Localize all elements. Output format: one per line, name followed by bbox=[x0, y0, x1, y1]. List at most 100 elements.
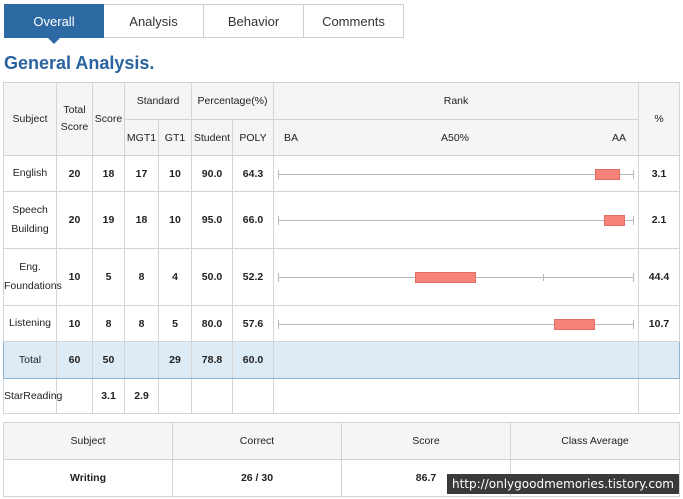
row-poly: 66.0 bbox=[231, 191, 275, 249]
total-gt1: 29 bbox=[158, 341, 192, 379]
header-total-score: Total Score bbox=[56, 82, 93, 156]
row-rank bbox=[273, 155, 640, 192]
row-mgt1: 17 bbox=[124, 155, 159, 192]
rank-label-a50: A50% bbox=[441, 131, 470, 144]
row-poly: 57.6 bbox=[231, 305, 275, 342]
star-mgt1: 2.9 bbox=[124, 378, 159, 414]
rank-cap-end bbox=[633, 319, 635, 329]
row-score: 8 bbox=[92, 305, 125, 342]
total-poly: 60.0 bbox=[231, 341, 275, 379]
rank-cap-end bbox=[633, 216, 635, 225]
row-gt1: 10 bbox=[158, 191, 192, 249]
star-gt1 bbox=[158, 378, 192, 414]
rank-cap-end bbox=[633, 273, 635, 282]
rank-bar bbox=[415, 272, 476, 283]
rank-bar bbox=[594, 168, 620, 180]
star-rank bbox=[273, 378, 640, 414]
table-row: English 20 18 17 10 90.0 64.3 3.1 bbox=[3, 155, 681, 192]
row-subject: English bbox=[3, 155, 57, 192]
writing-correct: 26 / 30 bbox=[172, 459, 342, 497]
analysis-table: Subject Total Score Score Standard Perce… bbox=[3, 82, 681, 414]
row-score: 18 bbox=[92, 155, 125, 192]
rank-a50-tick bbox=[543, 274, 545, 281]
header-gt1: GT1 bbox=[158, 119, 192, 156]
row-gt1: 4 bbox=[158, 248, 192, 306]
rank-track bbox=[278, 314, 635, 334]
header-rank: Rank bbox=[273, 82, 640, 120]
row-score: 5 bbox=[92, 248, 125, 306]
star-student bbox=[191, 378, 233, 414]
star-reading-row: StarReading 3.1 2.9 bbox=[3, 378, 681, 414]
header-score: Score bbox=[92, 82, 125, 156]
tab-bar: Overall Analysis Behavior Comments bbox=[4, 4, 404, 44]
total-total: 60 bbox=[56, 341, 93, 379]
total-pct bbox=[638, 341, 681, 379]
rank-cap-start bbox=[278, 216, 280, 225]
total-subject: Total bbox=[3, 341, 57, 379]
row-student: 90.0 bbox=[191, 155, 233, 192]
row-total: 20 bbox=[56, 155, 93, 192]
writing-header-class-average: Class Average bbox=[510, 422, 680, 460]
rank-track bbox=[278, 210, 635, 230]
rank-label-aa: AA bbox=[612, 131, 627, 144]
row-subject: Eng. Foundations bbox=[3, 248, 62, 306]
rank-cap-start bbox=[278, 169, 280, 179]
star-pct bbox=[638, 378, 681, 414]
header-percentage: Percentage(%) bbox=[190, 82, 275, 120]
header-subject: Subject bbox=[3, 82, 57, 156]
rank-line bbox=[278, 173, 635, 175]
rank-track bbox=[278, 164, 635, 184]
row-rank bbox=[273, 191, 640, 249]
row-total: 10 bbox=[56, 248, 93, 306]
row-gt1: 5 bbox=[158, 305, 192, 342]
table-row: Eng. Foundations 10 5 8 4 50.0 52.2 44.4 bbox=[3, 248, 681, 306]
star-poly bbox=[231, 378, 275, 414]
row-subject: Listening bbox=[3, 305, 57, 342]
row-total: 10 bbox=[56, 305, 93, 342]
tab-analysis[interactable]: Analysis bbox=[104, 4, 204, 38]
total-row: Total 60 50 29 78.8 60.0 bbox=[3, 341, 681, 379]
rank-label-ba: BA bbox=[284, 131, 299, 144]
row-pct: 2.1 bbox=[638, 191, 681, 249]
header-student: Student bbox=[191, 119, 233, 156]
row-pct: 44.4 bbox=[638, 248, 681, 306]
row-subject: Speech Building bbox=[3, 191, 57, 249]
header-poly: POLY bbox=[231, 119, 275, 156]
writing-header-score: Score bbox=[341, 422, 511, 460]
rank-bar bbox=[553, 318, 595, 330]
total-rank bbox=[273, 341, 640, 379]
rank-cap-start bbox=[278, 319, 280, 329]
tab-behavior[interactable]: Behavior bbox=[204, 4, 304, 38]
section-title: General Analysis. bbox=[4, 53, 155, 73]
row-mgt1: 8 bbox=[124, 248, 159, 306]
table-row: Speech Building 20 19 18 10 95.0 66.0 2.… bbox=[3, 191, 681, 249]
total-student: 78.8 bbox=[191, 341, 233, 379]
star-score: 3.1 bbox=[92, 378, 125, 414]
row-rank bbox=[273, 248, 640, 306]
row-pct: 3.1 bbox=[638, 155, 681, 192]
row-student: 95.0 bbox=[191, 191, 233, 249]
header-standard: Standard bbox=[124, 82, 192, 120]
total-mgt1 bbox=[124, 341, 159, 379]
rank-bar bbox=[603, 215, 626, 226]
writing-subject: Writing bbox=[3, 459, 173, 497]
row-student: 50.0 bbox=[191, 248, 233, 306]
row-mgt1: 18 bbox=[124, 191, 159, 249]
header-rank-scale: BA A50% AA bbox=[273, 119, 640, 156]
total-score: 50 bbox=[92, 341, 125, 379]
rank-cap-start bbox=[278, 273, 280, 282]
rank-cap-end bbox=[633, 169, 635, 179]
header-pct: % bbox=[638, 82, 681, 156]
row-poly: 52.2 bbox=[231, 248, 275, 306]
writing-header-correct: Correct bbox=[172, 422, 342, 460]
row-mgt1: 8 bbox=[124, 305, 159, 342]
header-mgt1: MGT1 bbox=[124, 119, 159, 156]
row-score: 19 bbox=[92, 191, 125, 249]
tab-overall[interactable]: Overall bbox=[4, 4, 104, 44]
rank-track bbox=[278, 267, 635, 287]
row-pct: 10.7 bbox=[638, 305, 681, 342]
writing-header-row: Subject Correct Score Class Average bbox=[3, 422, 680, 460]
row-poly: 64.3 bbox=[231, 155, 275, 192]
tab-comments[interactable]: Comments bbox=[304, 4, 404, 38]
row-total: 20 bbox=[56, 191, 93, 249]
